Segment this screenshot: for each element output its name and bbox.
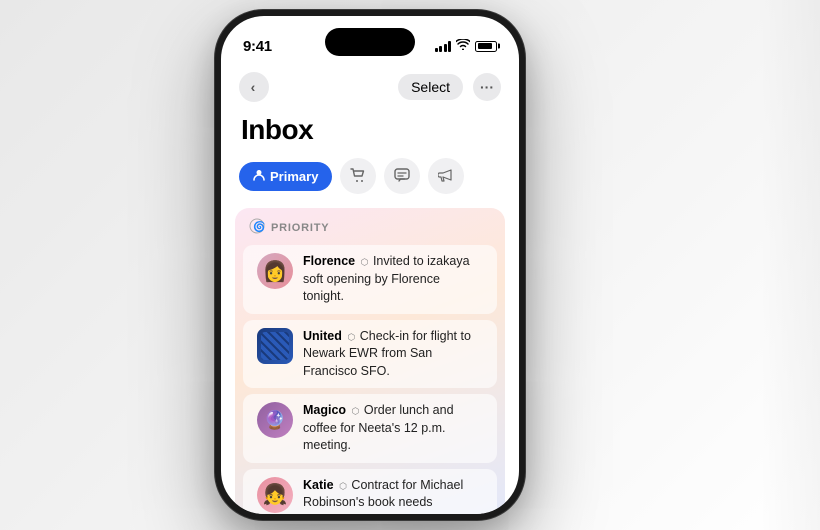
priority-section: 🌀 PRIORITY 👩 Florence ⬡ Invited to (235, 208, 505, 514)
status-icons (435, 39, 498, 53)
nav-actions: Select ··· (398, 73, 501, 101)
cart-icon (350, 168, 366, 185)
ai-summary-icon-magico: ⬡ (352, 406, 362, 416)
ai-summary-icon-united: ⬡ (347, 332, 357, 342)
chevron-left-icon: ‹ (251, 79, 256, 95)
email-text-magico: Magico ⬡ Order lunch and coffee for Neet… (303, 402, 483, 455)
svg-text:🌀: 🌀 (253, 220, 265, 233)
more-button[interactable]: ··· (473, 73, 501, 101)
email-sender-united: United (303, 329, 342, 343)
email-content-magico: Magico ⬡ Order lunch and coffee for Neet… (303, 402, 483, 455)
avatar-united (257, 328, 293, 364)
tabs-container: Primary (221, 158, 519, 208)
email-content-katie: Katie ⬡ Contract for Michael Robinson's … (303, 477, 483, 515)
page-title-container: Inbox (221, 110, 519, 158)
priority-label: PRIORITY (271, 222, 329, 234)
wifi-icon (456, 39, 470, 53)
ellipsis-icon: ··· (480, 79, 494, 95)
email-item-katie[interactable]: 👧 Katie ⬡ Contract for Michael Robinson'… (243, 469, 497, 515)
phone-frame: 9:41 (215, 10, 525, 520)
shadow-overlay (760, 0, 820, 530)
dynamic-island (325, 28, 415, 56)
ai-summary-icon-florence: ⬡ (361, 257, 371, 267)
scene: 9:41 (0, 0, 820, 530)
email-text-katie: Katie ⬡ Contract for Michael Robinson's … (303, 477, 483, 515)
person-icon (253, 169, 265, 184)
email-text-florence: Florence ⬡ Invited to izakaya soft openi… (303, 253, 483, 306)
status-time: 9:41 (243, 38, 272, 55)
avatar-magico: 🔮 (257, 402, 293, 438)
avatar-katie: 👧 (257, 477, 293, 513)
tab-shopping[interactable] (340, 158, 376, 194)
priority-icon: 🌀 (249, 218, 265, 237)
priority-header: 🌀 PRIORITY (235, 218, 505, 245)
tab-primary[interactable]: Primary (239, 162, 332, 191)
avatar-florence: 👩 (257, 253, 293, 289)
tab-promotions[interactable] (428, 158, 464, 194)
nav-bar: ‹ Select ··· (221, 66, 519, 110)
signal-bars-icon (435, 41, 452, 52)
chat-icon (394, 168, 410, 185)
email-content-florence: Florence ⬡ Invited to izakaya soft openi… (303, 253, 483, 306)
email-text-united: United ⬡ Check-in for flight to Newark E… (303, 328, 483, 381)
email-sender-katie: Katie (303, 478, 334, 492)
email-sender-magico: Magico (303, 403, 346, 417)
tab-messages[interactable] (384, 158, 420, 194)
email-item-magico[interactable]: 🔮 Magico ⬡ Order lunch and coffee for Ne… (243, 394, 497, 463)
ai-summary-icon-katie: ⬡ (339, 481, 349, 491)
back-button[interactable]: ‹ (239, 72, 269, 102)
tab-primary-label: Primary (270, 169, 318, 184)
page-title: Inbox (241, 114, 499, 146)
email-sender-florence: Florence (303, 254, 355, 268)
email-item-united[interactable]: United ⬡ Check-in for flight to Newark E… (243, 320, 497, 389)
email-content-united: United ⬡ Check-in for flight to Newark E… (303, 328, 483, 381)
battery-icon (475, 41, 497, 52)
select-button[interactable]: Select (398, 74, 463, 100)
megaphone-icon (438, 168, 454, 185)
phone-screen: 9:41 (221, 16, 519, 514)
email-item-florence[interactable]: 👩 Florence ⬡ Invited to izakaya soft ope… (243, 245, 497, 314)
